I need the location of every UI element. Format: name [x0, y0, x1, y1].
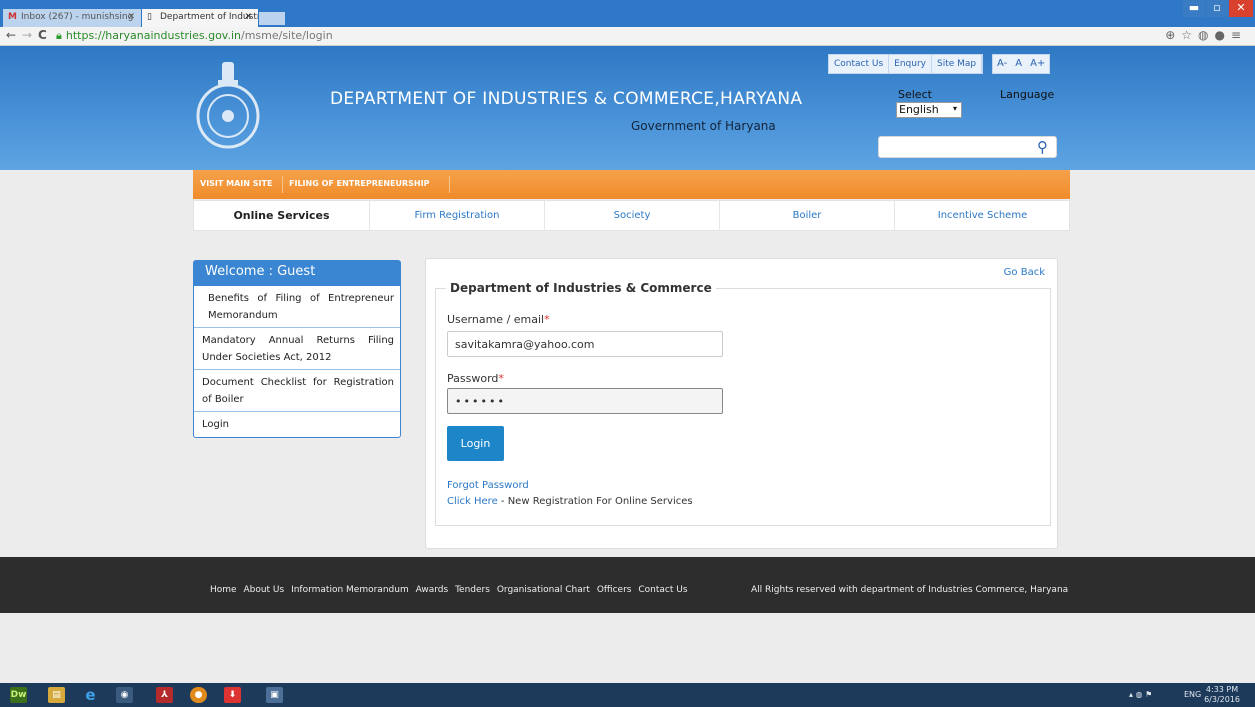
- sidebar-item-login[interactable]: Login: [194, 412, 400, 436]
- tab-firm-registration[interactable]: Firm Registration: [370, 201, 545, 230]
- sidebar-title: Welcome : Guest: [194, 261, 400, 286]
- footer-link-tenders[interactable]: Tenders: [455, 585, 490, 595]
- site-footer: Home About Us Information Memorandum Awa…: [0, 557, 1255, 613]
- browser-tab-bar: M Inbox (267) - munishsing ✕ ▯ Departmen…: [0, 0, 1255, 27]
- footer-link-org-chart[interactable]: Organisational Chart: [497, 585, 590, 595]
- sidebar: Welcome : Guest Benefits of Filing of En…: [193, 260, 401, 438]
- tab-boiler[interactable]: Boiler: [720, 201, 895, 230]
- clock-date: 6/3/2016: [1204, 695, 1240, 704]
- url-path: /msme/site/login: [240, 29, 333, 42]
- os-taskbar: Dw ▤ e ◉ ⅄ ● ⬇ ▣ ▴ ◍ ⚑ ENG 4:33 PM 6/3/2…: [0, 683, 1255, 707]
- back-icon[interactable]: ←: [6, 28, 16, 42]
- username-field[interactable]: savitakamra@yahoo.com: [447, 331, 723, 357]
- footer-link-info-memorandum[interactable]: Information Memorandum: [291, 585, 409, 595]
- forgot-password-link[interactable]: Forgot Password: [447, 480, 529, 491]
- gmail-icon: M: [8, 12, 17, 22]
- search-icon[interactable]: ⚲: [1037, 138, 1048, 156]
- firefox-icon[interactable]: ●: [190, 687, 207, 703]
- footer-link-contact[interactable]: Contact Us: [638, 585, 687, 595]
- chrome-icon[interactable]: ◉: [116, 687, 133, 703]
- close-icon[interactable]: ✕: [244, 12, 252, 22]
- login-button[interactable]: Login: [447, 426, 504, 461]
- top-links: Contact Us Enqury Site Map: [828, 54, 984, 74]
- site-subtitle: Government of Haryana: [631, 119, 776, 133]
- search-input[interactable]: ⚲: [878, 136, 1057, 158]
- language-select[interactable]: English ▾: [896, 102, 962, 118]
- tab-label: Inbox (267) - munishsing: [21, 12, 134, 22]
- language-label: Language: [1000, 88, 1055, 101]
- sidebar-item-boiler-checklist[interactable]: Document Checklist for Registration of B…: [194, 370, 400, 412]
- tab-inbox[interactable]: M Inbox (267) - munishsing ✕: [3, 9, 141, 27]
- login-panel: Go Back Department of Industries & Comme…: [425, 258, 1058, 549]
- address-bar[interactable]: 🔒︎ https://haryanaindustries.gov.in/msme/…: [56, 29, 333, 43]
- orange-nav-bar: VISIT MAIN SITE FILING OF ENTREPRENEURSH…: [193, 170, 1070, 199]
- password-label-text: Password: [447, 372, 499, 385]
- go-back-link[interactable]: Go Back: [1004, 267, 1045, 278]
- font-normal-button[interactable]: A: [1011, 55, 1026, 73]
- reload-icon[interactable]: C: [38, 28, 47, 42]
- tab-label: Department of Industrial: [160, 12, 258, 22]
- nav-divider: [282, 176, 283, 193]
- tab-society[interactable]: Society: [545, 201, 720, 230]
- new-tab-button[interactable]: [259, 12, 285, 25]
- internet-explorer-icon[interactable]: e: [82, 687, 99, 703]
- new-registration-label: - New Registration For Online Services: [497, 496, 693, 507]
- new-registration-text: Click Here - New Registration For Online…: [447, 496, 693, 507]
- close-icon[interactable]: ✕: [127, 12, 135, 22]
- page-icon: ▯: [147, 12, 152, 22]
- url-host: https://haryanaindustries.gov.in: [65, 29, 241, 42]
- system-clock[interactable]: 4:33 PM 6/3/2016: [1204, 685, 1240, 705]
- forward-icon[interactable]: →: [22, 28, 32, 42]
- tray-icons[interactable]: ▴ ◍ ⚑: [1129, 690, 1152, 699]
- footer-links: Home About Us Information Memorandum Awa…: [210, 585, 692, 595]
- password-label: Password*: [447, 372, 504, 385]
- tab-incentive-scheme[interactable]: Incentive Scheme: [895, 201, 1070, 230]
- site-map-link[interactable]: Site Map: [932, 55, 983, 73]
- maximize-icon[interactable]: ▫: [1206, 0, 1228, 17]
- enquiry-link[interactable]: Enqury: [889, 55, 932, 73]
- font-size-controls: A- A A+: [992, 54, 1051, 74]
- chevron-down-icon: ▾: [952, 104, 957, 113]
- file-explorer-icon[interactable]: ▤: [48, 687, 65, 703]
- login-fieldset: Department of Industries & Commerce User…: [435, 281, 1051, 526]
- form-legend: Department of Industries & Commerce: [446, 281, 716, 295]
- select-label: Select: [898, 88, 932, 101]
- site-title: DEPARTMENT OF INDUSTRIES & COMMERCE,HARY…: [330, 89, 803, 109]
- browser-toolbar: ← → C 🔒︎ https://haryanaindustries.gov.in…: [0, 27, 1255, 46]
- username-label-text: Username / email: [447, 313, 545, 326]
- minimize-icon[interactable]: ▬: [1183, 0, 1205, 17]
- language-value: English: [899, 103, 939, 116]
- username-label: Username / email*: [447, 313, 550, 326]
- click-here-link[interactable]: Click Here: [447, 496, 498, 507]
- footer-link-awards[interactable]: Awards: [416, 585, 449, 595]
- nav-divider: [449, 176, 450, 193]
- lock-icon: 🔒︎: [56, 29, 62, 42]
- clock-time: 4:33 PM: [1205, 685, 1239, 694]
- required-mark: *: [544, 313, 550, 326]
- close-window-icon[interactable]: ✕: [1229, 0, 1253, 17]
- tab-department[interactable]: ▯ Department of Industrial ✕: [142, 9, 258, 27]
- contact-us-link[interactable]: Contact Us: [829, 55, 890, 73]
- required-mark: *: [498, 372, 504, 385]
- haryana-emblem-logo: [196, 62, 260, 149]
- acrobat-icon[interactable]: ⅄: [156, 687, 173, 703]
- footer-link-home[interactable]: Home: [210, 585, 237, 595]
- footer-link-about[interactable]: About Us: [243, 585, 284, 595]
- filing-entrepreneurship-link[interactable]: FILING OF ENTREPRENEURSHIP: [289, 179, 429, 188]
- sidebar-item-annual-returns[interactable]: Mandatory Annual Returns Filing Under So…: [194, 328, 400, 370]
- visit-main-site-link[interactable]: VISIT MAIN SITE: [200, 179, 272, 188]
- notepad-icon[interactable]: ▣: [266, 687, 283, 703]
- download-icon[interactable]: ⬇: [224, 687, 241, 703]
- font-decrease-button[interactable]: A-: [993, 55, 1011, 73]
- services-nav: Online Services Firm Registration Societ…: [193, 200, 1070, 231]
- footer-copyright: All Rights reserved with department of I…: [751, 585, 1069, 595]
- input-language[interactable]: ENG: [1184, 690, 1201, 699]
- tab-online-services[interactable]: Online Services: [194, 201, 370, 230]
- toolbar-icons[interactable]: ⊕☆◍●≡: [1165, 28, 1247, 42]
- footer-link-officers[interactable]: Officers: [597, 585, 632, 595]
- sidebar-item-benefits[interactable]: Benefits of Filing of Entrepreneur Memor…: [194, 286, 400, 328]
- font-increase-button[interactable]: A+: [1026, 55, 1049, 73]
- dreamweaver-icon[interactable]: Dw: [10, 687, 27, 703]
- password-field[interactable]: ••••••: [447, 388, 723, 414]
